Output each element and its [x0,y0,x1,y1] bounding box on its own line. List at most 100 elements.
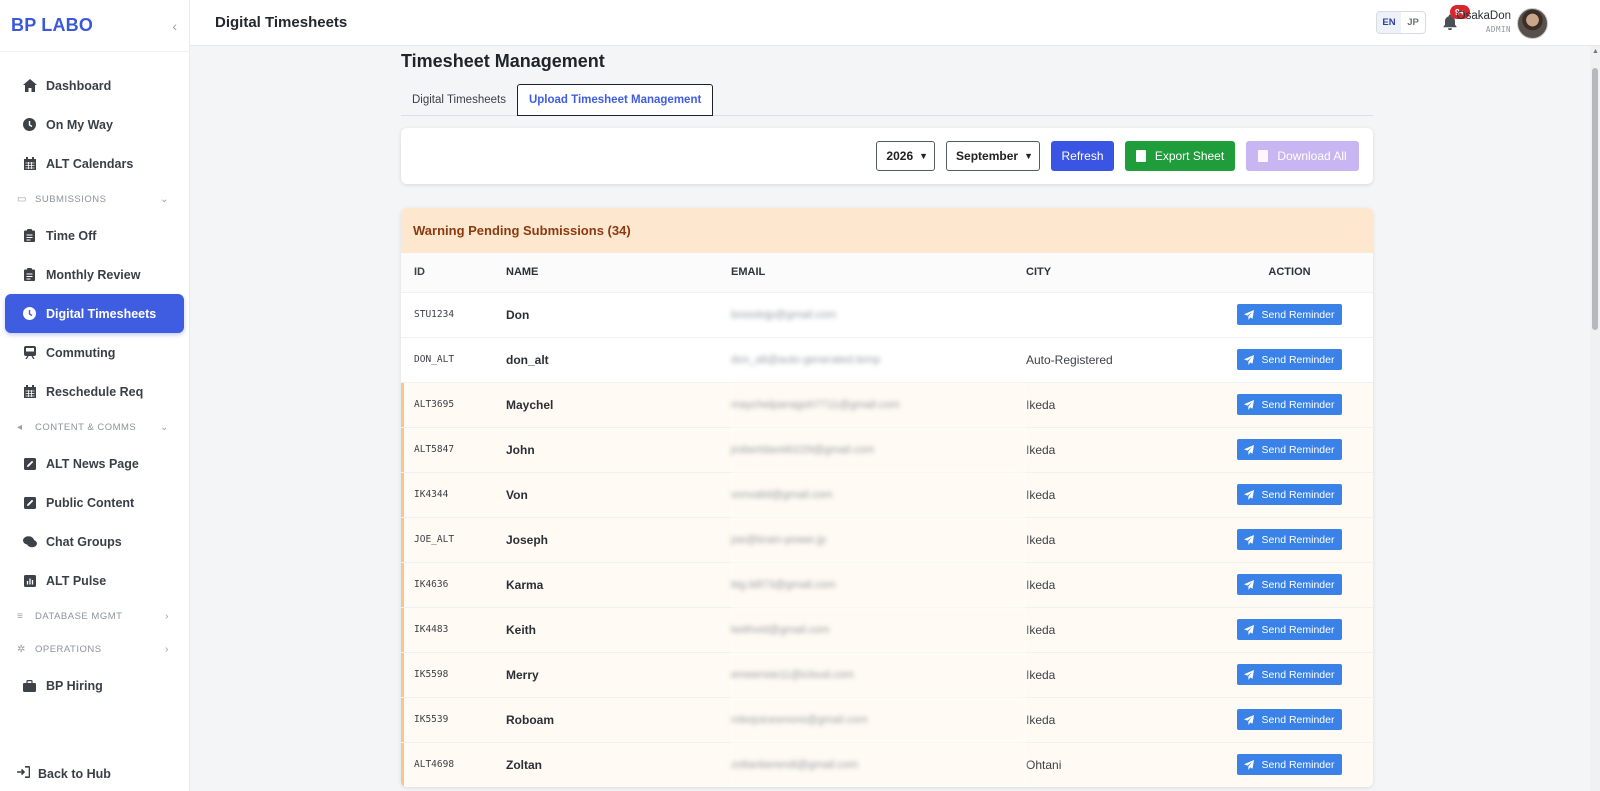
export-sheet-button[interactable]: Export Sheet [1125,141,1235,171]
send-reminder-button[interactable]: Send Reminder [1236,439,1343,460]
sidebar-item-dashboard[interactable]: Dashboard [5,66,184,105]
send-reminder-label: Send Reminder [1261,398,1335,411]
sidebar-item-on-my-way[interactable]: On My Way [5,105,184,144]
row-action: Send Reminder [1206,651,1373,697]
scrollbar-thumb[interactable] [1592,68,1598,330]
brand-logo[interactable]: BP LABO [11,15,93,36]
brand-bar: BP LABO ‹ [0,0,189,52]
send-reminder-button[interactable]: Send Reminder [1236,304,1343,325]
month-select[interactable]: September ▼ [946,141,1040,171]
sidebar-item-digital-timesheets[interactable]: Digital Timesheets [5,294,184,333]
section-operations[interactable]: ✲ OPERATIONS › [0,633,189,666]
paper-plane-icon [1243,534,1258,545]
lang-en-button[interactable]: EN [1377,12,1401,33]
table-row: IK5539 Roboam robojuicesmore@gmail.com Iked… [401,696,1373,742]
table-row: IK4483 Keith keithvid@gmail.com Ikeda Send R… [401,606,1373,652]
send-reminder-button[interactable]: Send Reminder [1236,709,1343,730]
row-city: Ohtani [1026,741,1206,787]
row-name: Don [506,291,731,337]
row-id: IK5598 [401,651,506,697]
row-action: Send Reminder [1206,336,1373,382]
table-row: DON_ALT don_alt don_alt@auto-generated.tem… [401,336,1373,382]
row-city: Ikeda [1026,381,1206,427]
sidebar-item-public-content[interactable]: Public Content [5,483,184,522]
row-email: don_alt@auto-generated.temp [731,336,1026,382]
sidebar-item-label: Commuting [46,345,116,360]
send-reminder-button[interactable]: Send Reminder [1236,664,1343,685]
table-row: IK4344 Von vonvalid@gmail.com Ikeda Send Rem… [401,471,1373,517]
user-name[interactable]: OsakaDon [1457,10,1511,22]
send-reminder-button[interactable]: Send Reminder [1236,574,1343,595]
sidebar-item-label: Digital Timesheets [46,306,157,321]
paper-plane-icon [1243,354,1258,365]
row-action: Send Reminder [1206,291,1373,337]
back-to-hub-link[interactable]: Back to Hub [17,766,111,781]
sidebar-item-reschedule-req[interactable]: Reschedule Req [5,372,184,411]
megaphone-icon: ◂ [17,422,23,433]
tab-digital-timesheets[interactable]: Digital Timesheets [401,85,517,115]
sidebar-item-label: ALT Calendars [46,156,134,171]
year-select[interactable]: 2026 ▼ [876,141,936,171]
row-id: ALT5847 [401,426,506,472]
sidebar-item-label: ALT Pulse [46,573,107,588]
send-reminder-label: Send Reminder [1261,533,1335,546]
row-email: jrobertdavid0229@gmail.com [731,426,1026,472]
row-city: Ikeda [1026,426,1206,472]
row-city: Ikeda [1026,606,1206,652]
sidebar-item-time-off[interactable]: Time Off [5,216,184,255]
paper-plane-icon [1243,624,1258,635]
sidebar-item-commuting[interactable]: Commuting [5,333,184,372]
collapse-sidebar-icon[interactable]: ‹ [172,18,177,34]
sidebar-item-bp-hiring[interactable]: BP Hiring [5,666,184,705]
paper-plane-icon [1243,669,1258,680]
send-reminder-button[interactable]: Send Reminder [1236,349,1343,370]
sidebar-item-monthly-review[interactable]: Monthly Review [5,255,184,294]
send-reminder-label: Send Reminder [1261,488,1335,501]
send-reminder-label: Send Reminder [1261,578,1335,591]
send-reminder-button[interactable]: Send Reminder [1236,394,1343,415]
page-scrollbar[interactable]: ▲ [1590,46,1600,791]
database-icon: ≡ [17,611,24,622]
home-icon [22,78,37,93]
row-name: Zoltan [506,741,731,787]
send-reminder-label: Send Reminder [1261,623,1335,636]
row-name: Von [506,471,731,517]
send-reminder-label: Send Reminder [1261,443,1335,456]
row-id: ALT3695 [401,381,506,427]
row-id: IK4344 [401,471,506,517]
sidebar-item-alt-calendars[interactable]: ALT Calendars [5,144,184,183]
row-action: Send Reminder [1206,561,1373,607]
section-content-comms[interactable]: ◂ CONTENT & COMMS ⌄ [0,411,189,444]
row-name: Keith [506,606,731,652]
section-submissions[interactable]: ▭ SUBMISSIONS ⌄ [0,183,189,216]
sidebar-item-alt-pulse[interactable]: ALT Pulse [5,561,184,600]
pending-table: ID NAME EMAIL CITY ACTION STU1234 Don boss… [401,253,1373,787]
row-action: Send Reminder [1206,741,1373,787]
send-reminder-button[interactable]: Send Reminder [1236,529,1343,550]
row-email: maychelpanagoh7711@gmail.com [731,381,1026,427]
send-reminder-button[interactable]: Send Reminder [1236,619,1343,640]
row-action: Send Reminder [1206,516,1373,562]
paper-plane-icon [1243,444,1258,455]
sidebar-item-label: ALT News Page [46,456,139,471]
download-all-button[interactable]: Download All [1246,141,1359,171]
refresh-button[interactable]: Refresh [1051,141,1114,171]
lang-jp-button[interactable]: JP [1401,12,1425,33]
language-toggle[interactable]: EN JP [1376,11,1426,34]
sidebar-item-alt-news-page[interactable]: ALT News Page [5,444,184,483]
avatar[interactable] [1517,8,1548,39]
briefcase-icon [22,678,37,693]
chevron-down-icon: ▼ [919,151,929,161]
send-reminder-button[interactable]: Send Reminder [1236,484,1343,505]
table-header-row: ID NAME EMAIL CITY ACTION [401,253,1373,292]
edit-icon [22,456,37,471]
tab-upload-timesheet-management[interactable]: Upload Timesheet Management [516,84,714,116]
send-reminder-button[interactable]: Send Reminder [1236,754,1343,776]
sidebar-item-chat-groups[interactable]: Chat Groups [5,522,184,561]
row-email: emeensie11@icloud.com [731,651,1026,697]
user-role: ADMIN [1485,25,1511,34]
scroll-up-icon[interactable]: ▲ [1592,48,1599,55]
gear-icon: ✲ [17,644,26,655]
row-id: JOE_ALT [401,516,506,562]
section-database-mgmt[interactable]: ≡ DATABASE MGMT › [0,600,189,633]
